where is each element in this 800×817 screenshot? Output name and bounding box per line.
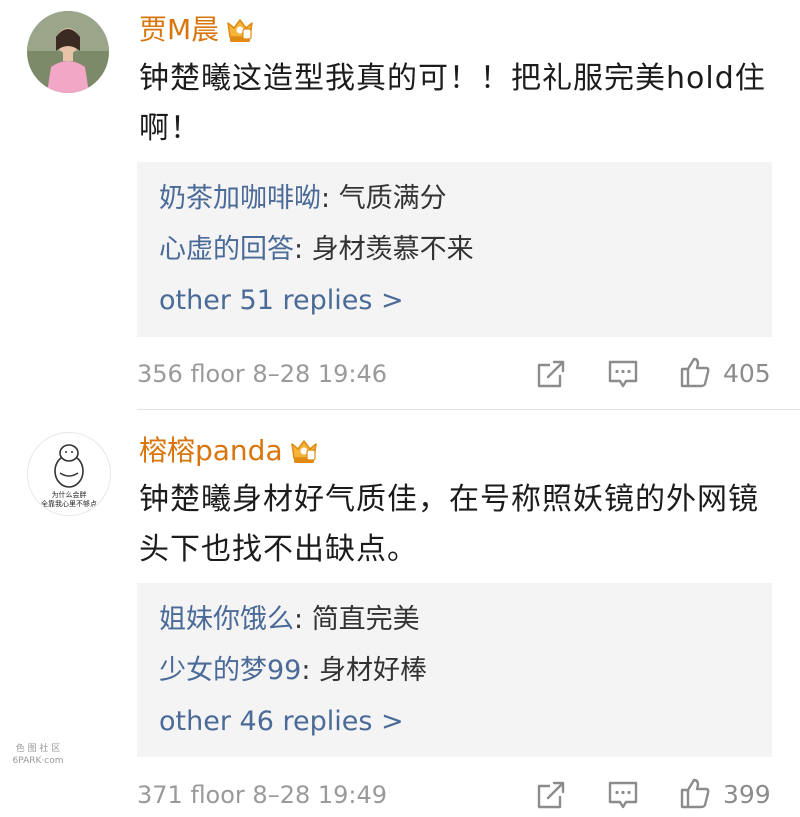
- reply-username[interactable]: 奶茶加咖啡呦: [159, 183, 321, 214]
- avatar[interactable]: 为什么会胖 全靠我心里不够点: [27, 432, 111, 516]
- avatar[interactable]: [27, 11, 109, 93]
- reply-content: 气质满分: [338, 183, 447, 214]
- avatar-caption-line: 全靠我心里不够点: [41, 500, 97, 508]
- avatar-caption-line: 为什么会胖: [51, 491, 87, 499]
- reply-content: 身材羡慕不来: [311, 234, 474, 265]
- reply-item[interactable]: 心虚的回答: 身材羡慕不来: [159, 233, 474, 267]
- like-count: 399: [723, 780, 771, 809]
- more-replies-link[interactable]: other 46 replies >: [159, 705, 404, 739]
- reply-username[interactable]: 姐妹你饿么: [159, 604, 294, 635]
- thumbs-up-icon[interactable]: [678, 355, 712, 389]
- floor-timestamp: 371 floor 8–28 19:49: [137, 781, 388, 809]
- like-count: 405: [723, 359, 771, 388]
- comment-1: 贾M晨 钟楚曦这造型我真的可！！把礼服完美hold住啊！ 奶茶加咖啡呦: 气质满…: [0, 0, 800, 400]
- floor-timestamp: 356 floor 8–28 19:46: [137, 360, 388, 388]
- share-icon[interactable]: [534, 778, 568, 812]
- username[interactable]: 贾M晨: [139, 12, 219, 48]
- share-icon[interactable]: [534, 357, 568, 391]
- thumbs-up-icon[interactable]: [678, 776, 712, 810]
- reply-separator: :: [321, 183, 339, 214]
- user-row: 榕榕panda: [139, 433, 319, 469]
- reply-username[interactable]: 心虚的回答: [159, 234, 294, 265]
- user-row: 贾M晨: [139, 12, 255, 48]
- comment-text: 钟楚曦这造型我真的可！！把礼服完美hold住啊！: [139, 61, 766, 146]
- reply-item[interactable]: 少女的梦99: 身材好棒: [159, 654, 427, 688]
- reply-box[interactable]: 奶茶加咖啡呦: 气质满分 心虚的回答: 身材羡慕不来 other 51 repl…: [137, 162, 772, 337]
- reply-separator: :: [294, 604, 312, 635]
- comment-icon[interactable]: [606, 778, 640, 812]
- reply-box[interactable]: 姐妹你饿么: 简直完美 少女的梦99: 身材好棒 other 46 replie…: [137, 583, 772, 757]
- reply-separator: :: [294, 234, 312, 265]
- reply-separator: :: [301, 655, 320, 686]
- reply-content: 身材好棒: [319, 655, 428, 686]
- comment-icon[interactable]: [606, 357, 640, 391]
- crown-vip-icon[interactable]: [289, 436, 319, 466]
- comment-2: 为什么会胖 全靠我心里不够点 榕榕panda 钟楚曦身材好气质佳，在号称照妖镜的…: [0, 410, 800, 817]
- watermark-line: 色 图 社 区: [15, 744, 61, 754]
- user-photo-icon: [27, 11, 109, 93]
- crown-vip-icon[interactable]: [225, 15, 255, 45]
- watermark: 色 图 社 区 6PARK·com: [8, 743, 68, 767]
- reply-username[interactable]: 少女的梦99: [159, 655, 301, 686]
- username[interactable]: 榕榕panda: [139, 433, 283, 469]
- more-replies-link[interactable]: other 51 replies >: [159, 284, 404, 318]
- avatar-caption: 为什么会胖 全靠我心里不够点: [28, 491, 110, 509]
- reply-item[interactable]: 姐妹你饿么: 简直完美: [159, 603, 420, 637]
- comment-text: 钟楚曦身材好气质佳，在号称照妖镜的外网镜头下也找不出缺点。: [139, 482, 759, 567]
- watermark-line: 6PARK·com: [12, 756, 64, 766]
- reply-content: 简直完美: [311, 604, 420, 635]
- reply-item[interactable]: 奶茶加咖啡呦: 气质满分: [159, 182, 447, 216]
